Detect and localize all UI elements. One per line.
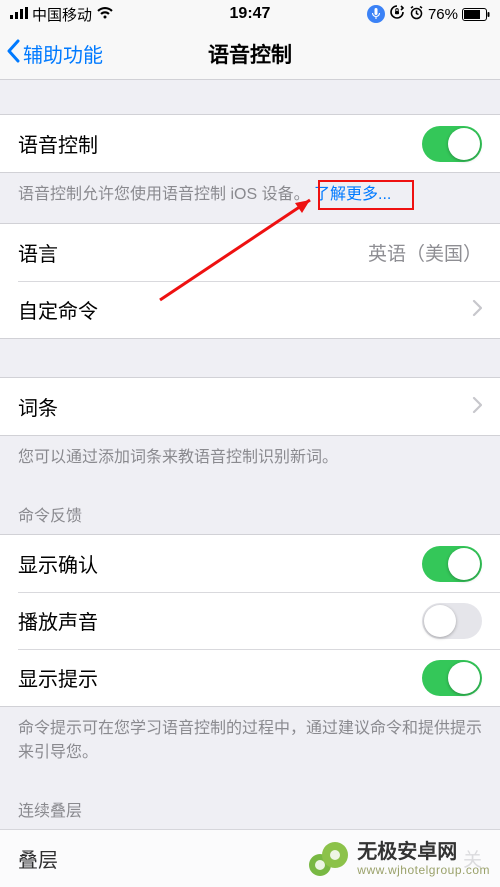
voice-control-switch[interactable] — [422, 126, 482, 162]
back-label: 辅助功能 — [23, 39, 103, 68]
language-group: 语言 英语（美国） 自定命令 — [0, 223, 500, 339]
voice-control-row[interactable]: 语音控制 — [0, 115, 500, 172]
carrier-label: 中国移动 — [32, 4, 92, 25]
status-bar: 中国移动 19:47 76% — [0, 0, 500, 28]
show-confirm-switch[interactable] — [422, 546, 482, 582]
watermark-logo-icon — [305, 837, 349, 881]
show-hints-switch[interactable] — [422, 660, 482, 696]
content-scroll[interactable]: 语音控制 语音控制允许您使用语音控制 iOS 设备。 了解更多... 语言 英语… — [0, 80, 500, 887]
orientation-lock-icon — [389, 4, 405, 24]
wifi-icon — [96, 6, 114, 23]
feedback-group: 显示确认 播放声音 显示提示 — [0, 534, 500, 707]
language-row[interactable]: 语言 英语（美国） — [0, 224, 500, 281]
custom-commands-label: 自定命令 — [18, 295, 98, 324]
battery-icon — [462, 8, 490, 21]
voice-control-group: 语音控制 — [0, 114, 500, 173]
alarm-icon — [409, 5, 424, 24]
voice-control-label: 语音控制 — [18, 129, 98, 158]
show-hints-label: 显示提示 — [18, 663, 98, 692]
vocabulary-label: 词条 — [18, 392, 58, 421]
vocabulary-row[interactable]: 词条 — [0, 378, 500, 435]
voice-control-footer-text: 语音控制允许您使用语音控制 iOS 设备。 — [18, 186, 310, 203]
feedback-footer: 命令提示可在您学习语音控制的过程中，通过建议命令和提供提示来引导您。 — [0, 707, 500, 781]
watermark: 无极安卓网 www.wjhotelgroup.com — [305, 837, 490, 881]
battery-percent: 76% — [428, 6, 458, 23]
signal-icon — [10, 6, 28, 23]
back-button[interactable]: 辅助功能 — [0, 39, 103, 68]
play-sound-switch[interactable] — [422, 603, 482, 639]
show-confirm-label: 显示确认 — [18, 549, 98, 578]
show-hints-row[interactable]: 显示提示 — [0, 649, 500, 706]
watermark-url: www.wjhotelgroup.com — [357, 864, 490, 878]
voice-control-indicator-icon — [367, 5, 385, 23]
language-value: 英语（美国） — [368, 239, 482, 266]
feedback-header: 命令反馈 — [0, 486, 500, 534]
overlay-label: 叠层 — [18, 844, 58, 873]
vocabulary-group: 词条 — [0, 377, 500, 436]
vocabulary-footer: 您可以通过添加词条来教语音控制识别新词。 — [0, 436, 500, 486]
language-label: 语言 — [18, 238, 58, 267]
custom-commands-row[interactable]: 自定命令 — [0, 281, 500, 338]
chevron-right-icon — [472, 297, 482, 323]
overlay-header: 连续叠层 — [0, 781, 500, 829]
voice-control-footer: 语音控制允许您使用语音控制 iOS 设备。 了解更多... — [0, 173, 500, 223]
play-sound-row[interactable]: 播放声音 — [0, 592, 500, 649]
navigation-bar: 辅助功能 语音控制 — [0, 28, 500, 80]
learn-more-link[interactable]: 了解更多... — [314, 186, 391, 203]
chevron-right-icon — [472, 394, 482, 420]
play-sound-label: 播放声音 — [18, 606, 98, 635]
watermark-title: 无极安卓网 — [357, 841, 490, 864]
chevron-left-icon — [6, 39, 21, 68]
show-confirm-row[interactable]: 显示确认 — [0, 535, 500, 592]
